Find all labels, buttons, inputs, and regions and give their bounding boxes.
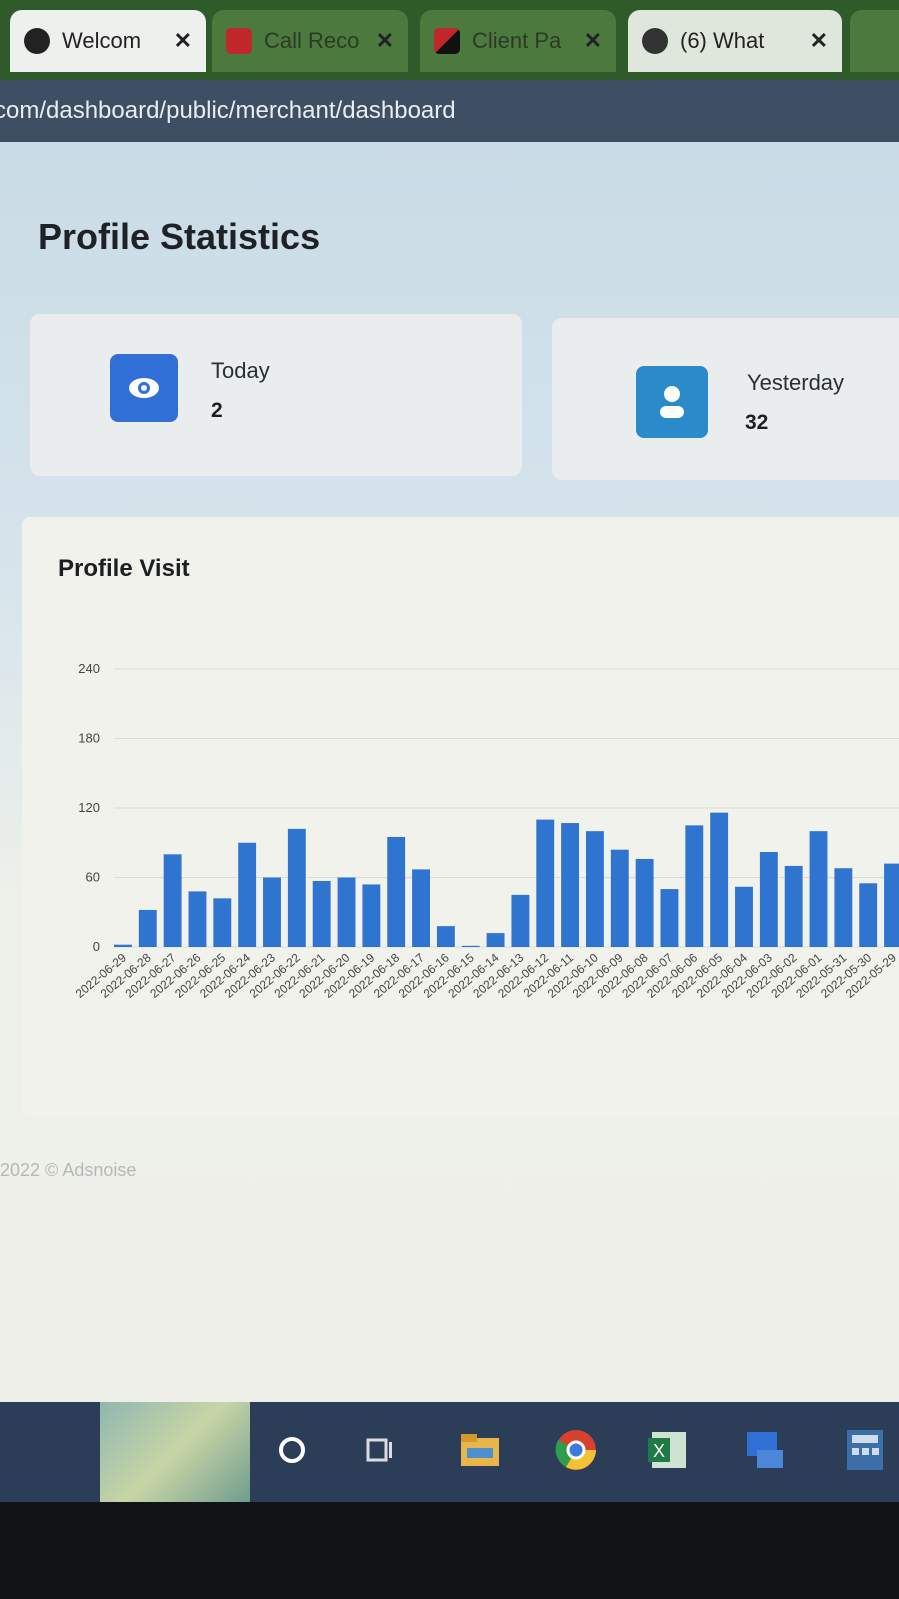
close-icon[interactable]: ✕ (584, 28, 602, 54)
stat-label: Yesterday (747, 370, 845, 395)
user-icon (636, 366, 708, 438)
stat-label: Today (211, 358, 270, 383)
close-icon[interactable]: ✕ (810, 28, 828, 54)
file-explorer-icon[interactable] (458, 1430, 502, 1470)
tab-whatsapp[interactable]: (6) What ✕ (628, 10, 842, 72)
bar-2022-06-15[interactable] (461, 945, 480, 947)
profile-visit-card: Profile Visit 0 60 120 180 240 2022-06-29 2022… (22, 517, 899, 1117)
bar-2022-06-03[interactable] (759, 852, 778, 947)
address-bar[interactable]: com/dashboard/public/merchant/dashboard (0, 80, 899, 142)
tab-label: Call Reco (264, 28, 360, 53)
bar-2022-06-10[interactable] (585, 831, 604, 947)
bar-2022-06-14[interactable] (486, 933, 505, 947)
bar-2022-06-02[interactable] (784, 865, 803, 947)
profile-visit-chart: 0601201802402022-06-292022-06-282022-06-… (73, 661, 899, 1001)
bar-2022-06-28[interactable] (138, 909, 157, 947)
stat-value: 32 (745, 411, 769, 434)
browser-tab-bar: Welcom ✕ Call Reco ✕ Client Pa ✕ (6) Wha… (0, 0, 899, 80)
y-tick-label: 60 (86, 870, 100, 885)
call-recorder-icon (226, 28, 252, 54)
close-icon[interactable]: ✕ (376, 28, 394, 54)
search-circle-icon[interactable] (272, 1430, 312, 1470)
bar-2022-05-30[interactable] (859, 883, 878, 947)
tab-call-recorder[interactable]: Call Reco ✕ (212, 10, 408, 72)
globe-icon (24, 28, 50, 54)
bar-2022-06-08[interactable] (635, 858, 654, 947)
bar-2022-06-26[interactable] (188, 891, 207, 947)
bar-2022-06-11[interactable] (561, 823, 580, 947)
eye-icon (110, 354, 178, 422)
svg-text:X: X (653, 1441, 665, 1461)
tab-label: Welcom (62, 28, 142, 53)
bar-2022-06-24[interactable] (238, 842, 257, 947)
page-title: Profile Statistics (38, 216, 321, 257)
bar-2022-06-20[interactable] (337, 877, 356, 948)
monitor-bezel (0, 1502, 899, 1599)
bar-2022-06-01[interactable] (809, 831, 828, 947)
bar-2022-06-25[interactable] (213, 898, 232, 947)
y-tick-label: 240 (78, 661, 100, 676)
url-text: com/dashboard/public/merchant/dashboard (0, 97, 456, 124)
chrome-icon[interactable] (553, 1430, 599, 1470)
y-tick-label: 120 (78, 800, 100, 815)
bar-2022-06-12[interactable] (536, 819, 555, 947)
tab-label: (6) What (680, 28, 765, 53)
tab-more[interactable] (850, 10, 899, 72)
bar-2022-05-31[interactable] (834, 868, 853, 947)
bar-2022-06-13[interactable] (511, 894, 530, 947)
bar-2022-06-27[interactable] (163, 854, 182, 947)
tab-welcome[interactable]: Welcom ✕ (10, 10, 206, 72)
desktop-wallpaper-thumb (100, 1402, 250, 1502)
bar-2022-06-19[interactable] (362, 884, 381, 947)
tab-client-portal[interactable]: Client Pa ✕ (420, 10, 616, 72)
tab-label: Client Pa (472, 28, 562, 53)
footer-copyright: 2022 © Adsnoise (0, 1160, 137, 1180)
dashboard-page: Profile Statistics Today 2 Yesterday 32 … (0, 142, 899, 1402)
bar-2022-06-22[interactable] (287, 828, 306, 947)
y-tick-label: 0 (93, 939, 100, 954)
bar-2022-06-06[interactable] (685, 825, 704, 947)
task-view-icon[interactable] (360, 1430, 400, 1470)
close-icon[interactable]: ✕ (174, 28, 192, 54)
stat-card-today: Today 2 (30, 314, 522, 476)
bar-2022-06-09[interactable] (610, 849, 629, 947)
stat-card-yesterday: Yesterday 32 (552, 318, 899, 480)
bar-2022-06-29[interactable] (114, 944, 132, 947)
client-portal-icon (434, 28, 460, 54)
bar-2022-06-23[interactable] (263, 877, 281, 948)
bar-2022-06-18[interactable] (387, 836, 406, 947)
bar-2022-06-21[interactable] (312, 880, 331, 947)
y-tick-label: 180 (78, 731, 100, 746)
windows-taskbar: X (0, 1402, 899, 1502)
stat-value: 2 (211, 399, 223, 422)
bar-2022-06-17[interactable] (412, 869, 430, 947)
bar-2022-05-29[interactable] (884, 863, 899, 947)
bar-2022-06-05[interactable] (710, 812, 729, 947)
bar-2022-06-07[interactable] (660, 889, 679, 947)
bar-2022-06-16[interactable] (436, 926, 455, 947)
bar-2022-06-04[interactable] (735, 886, 753, 947)
excel-icon[interactable]: X (645, 1430, 691, 1470)
whatsapp-icon (642, 28, 668, 54)
control-panel-icon[interactable] (742, 1430, 788, 1470)
calculator-icon[interactable] (842, 1430, 888, 1470)
